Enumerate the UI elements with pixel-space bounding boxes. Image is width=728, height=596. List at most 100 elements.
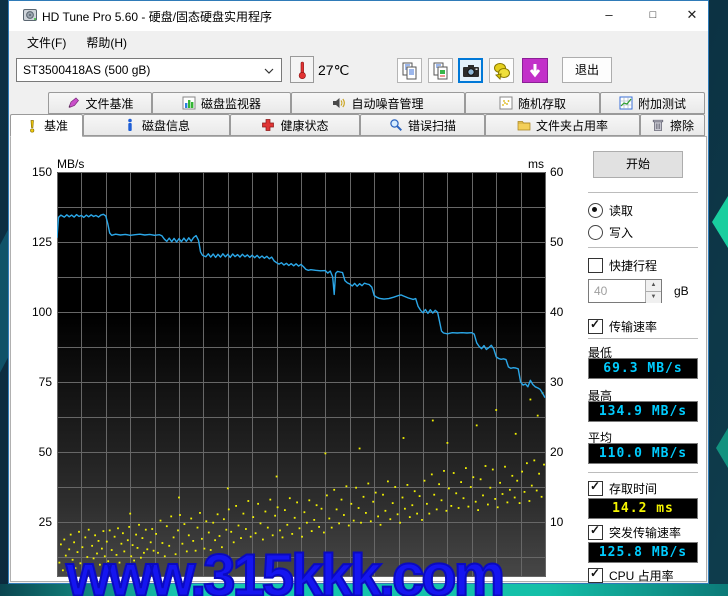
write-radio[interactable] [588,225,603,240]
tab-label: 磁盘监视器 [201,95,261,112]
short-stroke-row: 快捷行程 [588,257,657,274]
maximize-button[interactable]: □ [634,0,672,30]
avg-value-display: 110.0 MB/s [588,443,698,464]
app-icon [22,7,38,23]
drive-selector[interactable]: ST3500418AS (500 gB) [16,58,282,82]
download-arrow-icon [525,61,545,81]
read-radio[interactable] [588,203,603,218]
exit-button[interactable]: 退出 [562,57,612,83]
copy-image-icon [431,61,451,81]
access-time-label: 存取时间 [609,480,657,497]
temperature-button[interactable] [290,56,314,83]
right-axis-tick-label: 50 [550,235,563,249]
tab-aam[interactable]: 自动噪音管理 [291,92,465,114]
wallpaper-teal-chevron-small [716,428,728,468]
separator [588,472,698,473]
tab-label: 附加测试 [638,95,686,112]
transfer-rate-label: 传输速率 [609,318,657,335]
left-axis-tick-label: 100 [26,305,52,319]
chevron-down-icon [264,68,274,74]
screenshot-button[interactable] [458,58,483,83]
save-button[interactable] [489,58,514,83]
camera-icon [461,61,481,81]
capacity-value: 40 [594,284,607,298]
scatter-icon [499,96,513,110]
copy-pages-icon [400,61,420,81]
trash-icon [651,118,665,132]
window-title: HD Tune Pro 5.60 - 硬盘/固态硬盘实用程序 [42,8,272,25]
bar-chart-icon [182,96,196,110]
right-axis-unit: ms [528,157,544,171]
short-stroke-label: 快捷行程 [609,257,657,274]
capacity-spinner[interactable]: 40 ▲ ▼ [588,279,662,303]
burst-rate-checkbox[interactable] [588,525,603,540]
wallpaper-teal-chevron [712,196,728,248]
right-axis-tick-label: 40 [550,305,563,319]
tab-label: 健康状态 [280,117,328,134]
tab-label: 基准 [44,117,68,134]
copy-image-button[interactable] [428,58,453,83]
burst-rate-label: 突发传输速率 [609,524,681,541]
separator [588,247,698,248]
magnifier-icon [389,118,403,132]
right-axis-tick-label: 10 [550,515,563,529]
access-time-checkbox[interactable] [588,481,603,496]
right-axis-tick-label: 20 [550,445,563,459]
menu-item-file[interactable]: 文件(F) [17,31,76,54]
left-axis-tick-label: 75 [26,375,52,389]
chart-grid-icon [619,96,633,110]
transfer-rate-row: 传输速率 [588,318,657,335]
export-button[interactable] [522,58,548,83]
benchmark-chart-canvas [57,172,546,577]
burst-rate-row: 突发传输速率 [588,524,681,541]
close-button[interactable]: ✕ [676,0,708,30]
tab-erase[interactable]: 擦除 [640,114,705,136]
min-value-display: 69.3 MB/s [588,358,698,379]
capacity-unit-label: gB [674,284,689,298]
tab-label: 擦除 [670,117,694,134]
access-time-display: 14.2 ms [588,498,698,519]
read-radio-label: 读取 [609,202,633,219]
screenshot-stage: HD Tune Pro 5.60 - 硬盘/固态硬盘实用程序 – □ ✕ 文件(… [0,0,728,596]
left-axis-tick-label: 50 [26,445,52,459]
left-axis-tick-label: 25 [26,515,52,529]
left-axis-tick-label: 150 [26,165,52,179]
thermometer-icon [297,60,307,80]
tab-random-access[interactable]: 随机存取 [465,92,600,114]
tab-extra-tests[interactable]: 附加测试 [600,92,705,114]
right-axis-tick-label: 60 [550,165,563,179]
max-value-display: 134.9 MB/s [588,401,698,422]
tab-label: 文件基准 [85,95,133,112]
separator [588,192,698,193]
tab-benchmark[interactable]: 基准 [10,114,83,137]
left-axis-unit: MB/s [57,157,84,171]
short-stroke-checkbox[interactable] [588,258,603,273]
tab-error-scan[interactable]: 错误扫描 [360,114,485,136]
copy-text-button[interactable] [397,58,422,83]
info-icon [123,118,137,132]
tab-health[interactable]: 健康状态 [230,114,360,136]
tab-file-benchmark[interactable]: 文件基准 [48,92,152,114]
transfer-rate-checkbox[interactable] [588,319,603,334]
tab-disk-info[interactable]: 磁盘信息 [83,114,230,136]
start-button[interactable]: 开始 [593,151,683,178]
tab-label: 错误扫描 [408,117,456,134]
exclamation-icon [25,119,39,133]
write-radio-row: 写入 [588,224,633,241]
tab-disk-monitor[interactable]: 磁盘监视器 [152,92,291,114]
minimize-button[interactable]: – [590,0,628,30]
menu-bar: 文件(F) 帮助(H) [9,31,708,54]
folder-icon [517,118,531,132]
write-radio-label: 写入 [609,224,633,241]
pen-icon [66,96,80,110]
menu-item-help[interactable]: 帮助(H) [76,31,137,54]
tab-label: 文件夹占用率 [536,117,608,134]
tab-label: 随机存取 [518,95,566,112]
right-axis-tick-label: 30 [550,375,563,389]
temperature-label: 27℃ [318,62,349,79]
drive-selector-value: ST3500418AS (500 gB) [23,63,150,77]
tab-folder-usage[interactable]: 文件夹占用率 [485,114,640,136]
spinner-down-button[interactable]: ▼ [646,292,661,303]
spinner-up-button[interactable]: ▲ [646,280,661,292]
left-axis-tick-label: 125 [26,235,52,249]
